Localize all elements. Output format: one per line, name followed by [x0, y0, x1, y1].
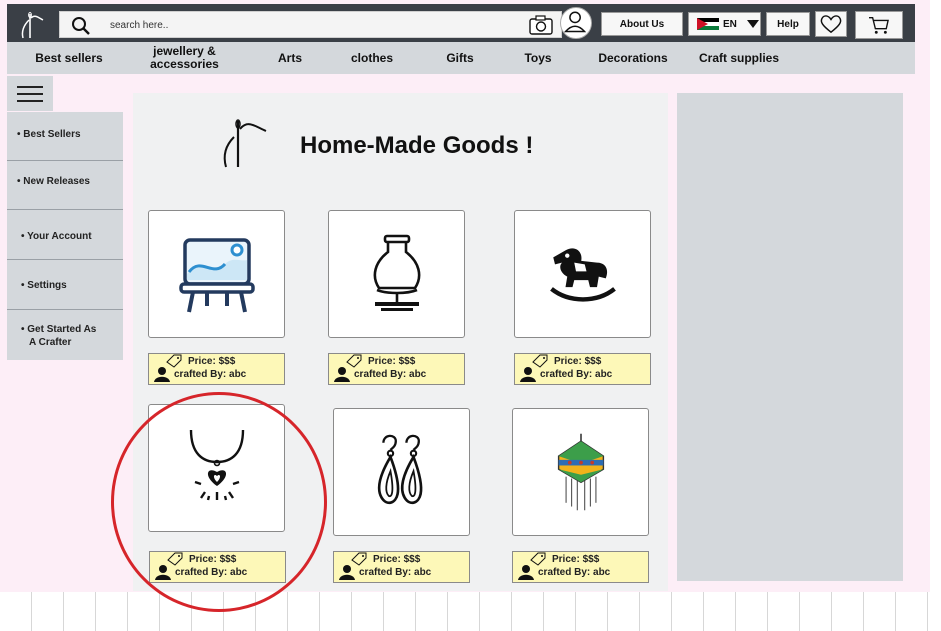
cart-button[interactable] [855, 11, 903, 39]
right-side-panel [677, 93, 903, 581]
hamburger-menu-icon [17, 85, 43, 88]
product-tag: Price: $$$ crafted By: abc [333, 551, 470, 583]
sidebar-item-label: • New Releases [17, 176, 90, 187]
rocking-horse-icon [549, 248, 616, 302]
page-title: Home-Made Goods ! [300, 132, 534, 159]
sidebar-item-new-releases[interactable]: • New Releases [7, 161, 123, 210]
search-input[interactable] [110, 17, 510, 33]
product-card-lantern[interactable] [512, 408, 649, 536]
product-card-vase[interactable] [328, 210, 465, 338]
account-avatar-button[interactable] [560, 7, 592, 39]
easel-icon [178, 238, 255, 313]
category-arts[interactable]: Arts [269, 42, 311, 74]
sidebar-item-get-started-crafter[interactable]: • Get Started As A Crafter [7, 310, 123, 360]
top-bar: About Us EN Help [7, 4, 915, 42]
product-price: Price: $$$ [554, 356, 602, 367]
sidebar-item-label: • Settings [21, 280, 67, 291]
category-toys[interactable]: Toys [515, 42, 561, 74]
about-us-label: About Us [619, 18, 665, 30]
product-card-rocking-horse[interactable] [514, 210, 651, 338]
sidebar-item-best-sellers[interactable]: • Best Sellers [7, 112, 123, 161]
menu-toggle-button[interactable] [7, 76, 53, 111]
needle-thread-logo-icon[interactable] [19, 10, 47, 40]
sidebar-item-label: • Best Sellers [17, 129, 81, 140]
lantern-icon [557, 433, 604, 511]
about-us-button[interactable]: About Us [601, 12, 683, 36]
category-best-sellers[interactable]: Best sellers [29, 42, 109, 74]
crafter-user-icon [520, 367, 536, 382]
wishlist-button[interactable] [815, 11, 847, 37]
heart-icon [820, 15, 842, 34]
product-card-earrings[interactable] [333, 408, 470, 536]
help-label: Help [777, 18, 799, 30]
category-nav: Best sellers jewellery & accessories Art… [7, 42, 915, 74]
category-gifts[interactable]: Gifts [437, 42, 483, 74]
earrings-icon [377, 434, 422, 505]
search-icon[interactable] [70, 15, 92, 37]
sidebar-item-settings[interactable]: • Settings [7, 260, 123, 310]
sidebar: • Best Sellers • New Releases • Your Acc… [7, 112, 123, 360]
product-crafter: crafted By: abc [540, 369, 613, 380]
dropdown-caret-icon [746, 20, 759, 28]
product-price: Price: $$$ [188, 356, 236, 367]
sidebar-item-your-account[interactable]: • Your Account [7, 210, 123, 260]
category-jewellery-accessories[interactable]: jewellery & accessories [137, 42, 232, 74]
product-tag: Price: $$$ crafted By: abc [328, 353, 465, 385]
sidebar-item-label: • Get Started As A Crafter [21, 324, 97, 348]
needle-thread-icon [223, 119, 267, 168]
product-tag: Price: $$$ crafted By: abc [514, 353, 651, 385]
product-crafter: crafted By: abc [359, 567, 432, 578]
crafter-user-icon [154, 367, 170, 382]
crafter-user-icon [518, 565, 534, 580]
product-price: Price: $$$ [373, 554, 421, 565]
vase-icon [373, 234, 420, 311]
product-price: Price: $$$ [552, 554, 600, 565]
language-selector[interactable]: EN [688, 12, 761, 36]
crafter-user-icon [334, 367, 350, 382]
product-crafter: crafted By: abc [174, 369, 247, 380]
jordan-flag-icon [697, 17, 719, 31]
camera-icon[interactable] [528, 14, 554, 36]
category-craft-supplies[interactable]: Craft supplies [694, 42, 784, 74]
product-tag: Price: $$$ crafted By: abc [512, 551, 649, 583]
product-tag: Price: $$$ crafted By: abc [148, 353, 285, 385]
search-bar [59, 11, 562, 38]
product-crafter: crafted By: abc [354, 369, 427, 380]
crafter-user-icon [339, 565, 355, 580]
sidebar-item-label: • Your Account [21, 231, 92, 242]
user-icon [563, 11, 587, 33]
category-clothes[interactable]: clothes [342, 42, 402, 74]
cart-icon [869, 17, 889, 34]
help-button[interactable]: Help [766, 12, 810, 36]
highlight-annotation-circle [111, 392, 327, 612]
product-crafter: crafted By: abc [538, 567, 611, 578]
product-price: Price: $$$ [368, 356, 416, 367]
product-card-easel[interactable] [148, 210, 285, 338]
category-decorations[interactable]: Decorations [592, 42, 674, 74]
language-label: EN [723, 18, 737, 30]
canvas-grid [0, 592, 941, 631]
